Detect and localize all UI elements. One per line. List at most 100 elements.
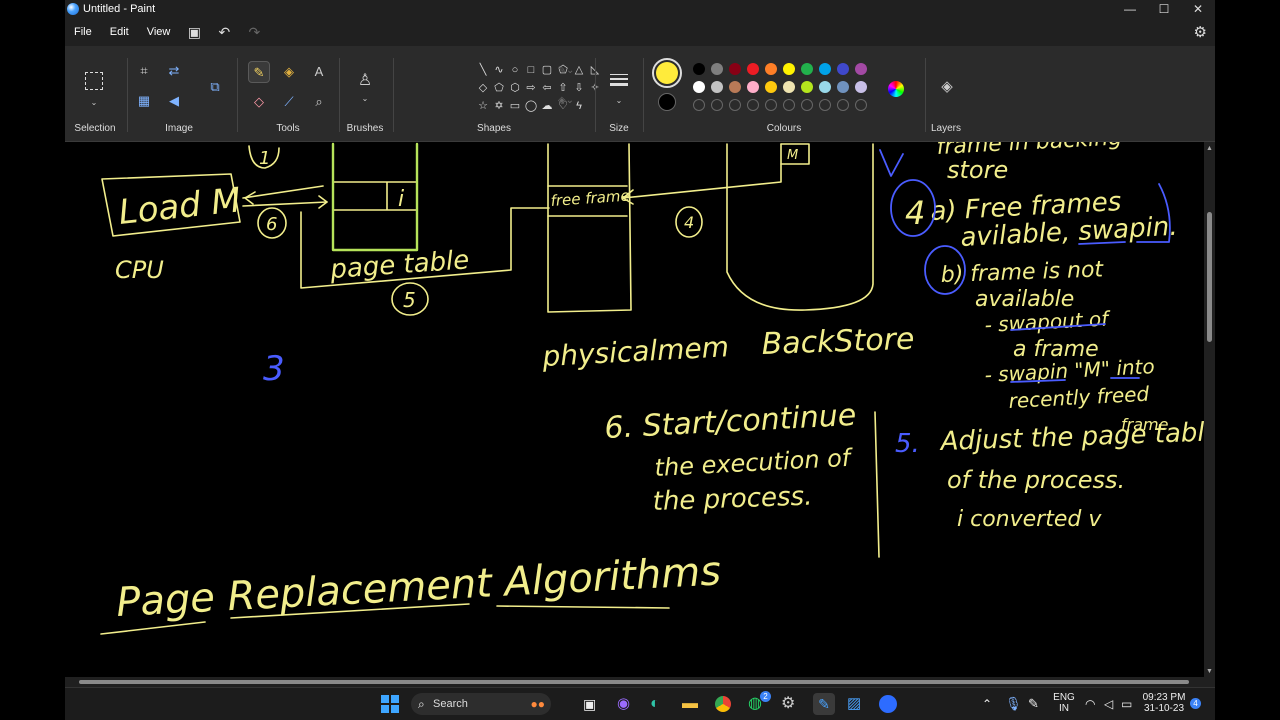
palette-swatch[interactable] (765, 63, 777, 75)
palette-swatch[interactable] (819, 81, 831, 93)
horizontal-scrollbar[interactable] (65, 677, 1204, 687)
settings-icon[interactable]: ⚙ (781, 693, 795, 715)
palette-swatch[interactable] (783, 81, 795, 93)
text-tool-icon[interactable]: A (308, 61, 330, 83)
save-icon[interactable]: ▣ (179, 18, 209, 46)
palette-swatch[interactable] (783, 63, 795, 75)
oval-shape-icon[interactable]: ○ (507, 62, 523, 78)
palette-swatch[interactable] (801, 63, 813, 75)
paint-taskbar-icon[interactable]: ✎ (813, 693, 835, 715)
custom-color-slot[interactable] (783, 99, 795, 111)
clock[interactable]: 09:23 PM 31-10-23 (1139, 692, 1189, 714)
fill-bucket-icon[interactable]: ◈ (278, 61, 300, 83)
pentagon-shape-icon[interactable]: ⬠ (491, 80, 507, 96)
five-point-star-shape-icon[interactable]: ☆ (475, 98, 491, 114)
chevron-up-icon[interactable]: ⌃ (982, 693, 992, 715)
palette-swatch[interactable] (819, 63, 831, 75)
crop-icon[interactable]: ⌗ (133, 60, 155, 82)
menu-file[interactable]: File (65, 18, 101, 46)
six-point-star-shape-icon[interactable]: ✡ (491, 98, 507, 114)
notification-badge[interactable]: 4 (1190, 698, 1201, 709)
layers-icon[interactable]: ◈ (936, 76, 958, 98)
custom-color-slot[interactable] (855, 99, 867, 111)
right-arrow-shape-icon[interactable]: ⇨ (523, 80, 539, 96)
fill-icon[interactable]: ◈⌄ (555, 90, 577, 112)
resize-icon[interactable]: ⇄ (163, 60, 185, 82)
edit-colors-icon[interactable] (888, 81, 904, 97)
magnifier-icon[interactable]: ⌕ (308, 91, 330, 113)
left-arrow-shape-icon[interactable]: ⇦ (539, 80, 555, 96)
palette-swatch[interactable] (747, 81, 759, 93)
menu-view[interactable]: View (138, 18, 180, 46)
scroll-up-icon[interactable]: ▲ (1204, 145, 1215, 152)
rectangle-shape-icon[interactable]: □ (523, 62, 539, 78)
secondary-color-swatch[interactable] (658, 93, 676, 111)
custom-color-slot[interactable] (729, 99, 741, 111)
windows-start-icon[interactable] (381, 695, 399, 713)
file-explorer-icon[interactable]: ▬ (682, 693, 698, 715)
scroll-down-icon[interactable]: ▼ (1204, 668, 1215, 675)
palette-swatch[interactable] (729, 63, 741, 75)
size-lines-icon[interactable] (610, 74, 628, 86)
zoom-icon[interactable] (879, 695, 897, 713)
custom-color-slot[interactable] (837, 99, 849, 111)
palette-swatch[interactable] (693, 63, 705, 75)
curve-shape-icon[interactable]: ∿ (491, 62, 507, 78)
image-select-icon[interactable]: ⧉ (204, 76, 226, 98)
callout-rect-shape-icon[interactable]: ▭ (507, 98, 523, 114)
pen-icon[interactable]: ✎ (1028, 693, 1039, 715)
volume-icon[interactable]: ◁ (1104, 693, 1113, 715)
rounded-rectangle-shape-icon[interactable]: ▢ (539, 62, 555, 78)
palette-swatch[interactable] (801, 81, 813, 93)
outline-icon[interactable]: ✎⌄ (555, 60, 577, 82)
palette-swatch[interactable] (855, 63, 867, 75)
custom-color-slot[interactable] (801, 99, 813, 111)
settings-gear-icon[interactable]: ⚙ (1194, 23, 1207, 41)
palette-swatch[interactable] (693, 81, 705, 93)
vertical-scroll-thumb[interactable] (1207, 212, 1212, 342)
undo-icon[interactable]: ↶ (209, 18, 239, 46)
custom-color-slot[interactable] (693, 99, 705, 111)
menu-edit[interactable]: Edit (101, 18, 138, 46)
diamond-shape-icon[interactable]: ◇ (475, 80, 491, 96)
palette-swatch[interactable] (711, 81, 723, 93)
taskbar-search-box[interactable]: ⌕ Search ●● (411, 693, 551, 715)
palette-swatch[interactable] (837, 63, 849, 75)
task-view-icon[interactable]: ▣ (583, 693, 596, 715)
image-effects-icon[interactable]: ▦ (133, 90, 155, 112)
copilot-icon[interactable]: ◉ (617, 693, 630, 715)
wifi-icon[interactable]: ◠ (1085, 693, 1095, 715)
maximize-button[interactable]: ☐ (1147, 0, 1181, 18)
select-rectangle-icon[interactable] (85, 72, 103, 90)
color-picker-icon[interactable]: ⟋ (278, 91, 300, 113)
chevron-down-icon[interactable]: ⌄ (354, 88, 376, 110)
line-shape-icon[interactable]: ╲ (475, 62, 491, 78)
palette-swatch[interactable] (855, 81, 867, 93)
vertical-scrollbar[interactable]: ▲ ▼ (1204, 142, 1215, 677)
custom-color-slot[interactable] (765, 99, 777, 111)
chevron-down-icon[interactable]: ⌄ (608, 90, 630, 112)
primary-color-swatch[interactable] (652, 58, 682, 88)
palette-swatch[interactable] (765, 81, 777, 93)
rotate-icon[interactable]: ◀ (163, 90, 185, 112)
edge-browser-icon[interactable]: ◐ (650, 693, 660, 715)
palette-swatch[interactable] (837, 81, 849, 93)
drawing-canvas[interactable]: Load M CPU 1 6 i page table 5 free frame… (65, 142, 1204, 677)
photos-icon[interactable]: ▨ (847, 693, 861, 715)
palette-swatch[interactable] (747, 63, 759, 75)
hexagon-shape-icon[interactable]: ⬡ (507, 80, 523, 96)
chevron-down-icon[interactable]: ⌄ (83, 92, 105, 114)
battery-icon[interactable]: ▭ (1121, 693, 1132, 715)
input-language[interactable]: ENG IN (1051, 692, 1077, 714)
custom-color-slot[interactable] (747, 99, 759, 111)
pencil-icon[interactable]: ✎ (248, 61, 270, 83)
custom-color-slot[interactable] (819, 99, 831, 111)
palette-swatch[interactable] (711, 63, 723, 75)
eraser-icon[interactable]: ◇ (248, 91, 270, 113)
microphone-icon[interactable]: 🎙 (1005, 693, 1022, 715)
custom-color-slot[interactable] (711, 99, 723, 111)
callout-cloud-shape-icon[interactable]: ☁ (539, 98, 555, 114)
chrome-icon[interactable] (715, 696, 731, 712)
close-button[interactable]: ✕ (1181, 0, 1215, 18)
callout-oval-shape-icon[interactable]: ◯ (523, 98, 539, 114)
